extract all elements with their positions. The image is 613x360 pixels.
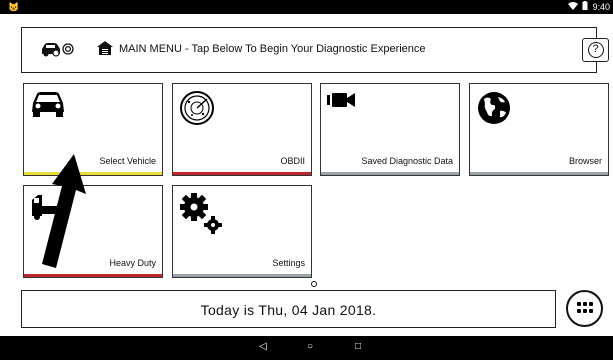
app-drawer-button[interactable]: [566, 290, 603, 327]
page-indicator: [311, 281, 317, 287]
tile-accent-bar: [321, 172, 459, 175]
tile-label: Select Vehicle: [99, 156, 156, 166]
page-title: MAIN MENU - Tap Below To Begin Your Diag…: [119, 43, 426, 55]
cat-icon: 🐱: [8, 2, 20, 12]
tile-accent-bar: [173, 172, 311, 175]
help-icon: ?: [587, 42, 604, 58]
saved-diagnostic-data-tile[interactable]: Saved Diagnostic Data: [320, 83, 460, 176]
pointer-arrow-icon: [36, 152, 88, 277]
date-display: Today is Thu, 04 Jan 2018.: [21, 290, 556, 328]
tile-label: Settings: [272, 258, 305, 268]
radar-icon: [179, 90, 215, 131]
car-key-icon: [40, 41, 74, 62]
tile-label: Browser: [568, 156, 602, 166]
help-button[interactable]: ?: [582, 38, 609, 62]
home-icon: [96, 40, 114, 61]
browser-tile[interactable]: Browser: [469, 83, 609, 176]
settings-tile[interactable]: Settings: [172, 185, 312, 278]
main-menu-header: MAIN MENU - Tap Below To Begin Your Diag…: [21, 27, 609, 73]
camera-icon: [327, 90, 357, 115]
globe-icon: [476, 90, 512, 131]
date-text: Today is Thu, 04 Jan 2018.: [200, 302, 377, 318]
home-button[interactable]: ○: [307, 340, 313, 354]
tile-accent-bar: [470, 172, 608, 175]
tile-accent-bar: [173, 274, 311, 277]
gears-icon: [179, 192, 225, 243]
apps-grid-icon: [577, 302, 593, 315]
navigation-bar: ◁ ○ □: [0, 336, 613, 360]
status-bar: 🐱 9:40: [0, 0, 613, 14]
car-icon: [30, 90, 66, 123]
back-button[interactable]: ◁: [259, 340, 267, 354]
obdii-tile[interactable]: OBDII: [172, 83, 312, 176]
tile-label: Heavy Duty: [109, 258, 156, 268]
tile-label: OBDII: [280, 156, 305, 166]
wifi-icon: [568, 1, 579, 13]
clock: 9:40: [592, 2, 610, 12]
tile-label: Saved Diagnostic Data: [361, 156, 453, 166]
recents-button[interactable]: □: [355, 340, 361, 354]
battery-icon: [582, 1, 588, 13]
